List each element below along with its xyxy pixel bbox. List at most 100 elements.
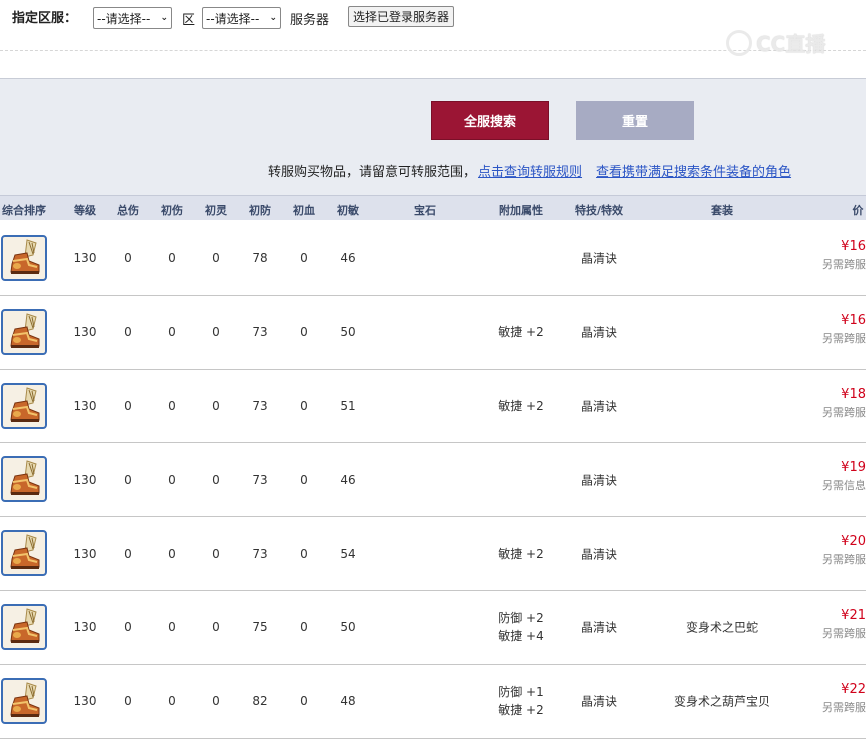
boots-equipment-icon[interactable] <box>1 235 47 281</box>
price-note: 另需信息 <box>822 479 866 493</box>
server-filter-label: 指定区服： <box>12 11 78 26</box>
watermark-logo: CC直播 <box>726 28 825 57</box>
cell-total: 0 <box>124 546 132 561</box>
cell-agi: 51 <box>340 398 356 413</box>
cell-skill: 晶清诀 <box>580 473 618 488</box>
attr-line: 敏捷 +2 <box>498 398 544 413</box>
cell-level: 130 <box>73 546 97 561</box>
attr-line: 敏捷 +2 <box>498 703 544 718</box>
watermark-text: CC直播 <box>756 32 826 56</box>
cell-dmg: 0 <box>168 694 176 709</box>
col-extra-attrs-header: 附加属性 <box>499 204 543 217</box>
price-amount[interactable]: ¥16 <box>822 239 866 254</box>
col-sort-header[interactable]: 综合排序 <box>2 202 46 218</box>
price-amount[interactable]: ¥18 <box>822 387 866 402</box>
server-label: 服务器 <box>290 13 330 28</box>
cell-total: 0 <box>124 398 132 413</box>
price-note: 另需跨服 <box>822 700 866 714</box>
col-price-header: 价 <box>852 204 864 217</box>
results-table: 130 0 0 0 78 0 46 晶清诀 ¥16 另需跨服 130 0 0 0 73 0 50 晶清诀 敏捷 +2… <box>0 222 866 739</box>
cell-spirit: 0 <box>212 251 220 266</box>
attr-line: 敏捷 +2 <box>498 325 544 340</box>
select-logged-server-button[interactable]: 选择已登录服务器 <box>348 6 455 27</box>
cell-set: 变身术之巴蛇 <box>685 620 759 635</box>
cell-def: 78 <box>252 251 268 266</box>
boots-equipment-icon[interactable] <box>1 530 47 577</box>
boots-equipment-icon[interactable] <box>1 308 47 355</box>
notice-text: 转服购买物品，请留意可转服范围， <box>268 165 477 180</box>
cell-agi: 50 <box>340 325 356 340</box>
price-cell: ¥19 另需信息 <box>822 460 866 493</box>
cell-spirit: 0 <box>212 546 220 561</box>
attr-line: 敏捷 +2 <box>498 546 544 561</box>
view-roles-link[interactable]: 查看携带满足搜索条件装备的角色 <box>596 165 791 180</box>
cell-spirit: 0 <box>212 620 220 635</box>
cell-skill: 晶清诀 <box>580 399 618 414</box>
cell-agi: 48 <box>340 694 356 709</box>
col-level-header: 等级 <box>74 204 96 217</box>
cell-total: 0 <box>124 694 132 709</box>
cell-extra-attrs: 防御 +1 敏捷 +2 <box>498 683 544 719</box>
transfer-rule-link[interactable]: 点击查询转服规则 <box>478 165 582 180</box>
all-server-search-button[interactable]: 全服搜索 <box>431 101 549 140</box>
chevron-down-icon: ⌄ <box>160 13 168 23</box>
col-init-agility-header: 初敏 <box>337 204 359 217</box>
reset-button[interactable]: 重置 <box>576 101 694 140</box>
cell-hp: 0 <box>300 325 308 340</box>
table-row[interactable]: 130 0 0 0 75 0 50 晶清诀 变身术之巴蛇 防御 +2 敏捷 +4 ¥21 另需跨服 <box>0 590 866 665</box>
server-select-value: --请选择-- <box>206 11 260 26</box>
col-init-hp-header: 初血 <box>293 204 315 217</box>
table-row[interactable]: 130 0 0 0 73 0 50 晶清诀 敏捷 +2 ¥16 另需跨服 <box>0 295 866 370</box>
cell-level: 130 <box>73 472 97 487</box>
price-amount[interactable]: ¥19 <box>822 460 866 475</box>
table-row[interactable]: 130 0 0 0 78 0 46 晶清诀 ¥16 另需跨服 <box>0 222 866 296</box>
server-select[interactable]: --请选择-- ⌄ <box>202 7 281 29</box>
price-note: 另需跨服 <box>822 626 866 640</box>
cell-skill: 晶清诀 <box>580 547 618 562</box>
cell-dmg: 0 <box>168 472 176 487</box>
col-gem-header: 宝石 <box>414 204 436 217</box>
price-amount[interactable]: ¥21 <box>822 608 866 623</box>
table-row[interactable]: 130 0 0 0 73 0 51 晶清诀 敏捷 +2 ¥18 另需跨服 <box>0 369 866 444</box>
attr-line: 敏捷 +4 <box>498 629 544 644</box>
price-note: 另需跨服 <box>822 258 866 271</box>
price-note: 另需跨服 <box>822 553 866 567</box>
cell-hp: 0 <box>300 546 308 561</box>
price-cell: ¥21 另需跨服 <box>822 608 866 641</box>
area-select[interactable]: --请选择-- ⌄ <box>93 7 172 29</box>
price-amount[interactable]: ¥22 <box>822 682 866 697</box>
cell-dmg: 0 <box>168 620 176 635</box>
area-select-value: --请选择-- <box>97 11 151 26</box>
search-panel: 全服搜索 重置 转服购买物品，请留意可转服范围， 点击查询转服规则 查看携带满足搜索… <box>0 78 866 196</box>
table-row[interactable]: 130 0 0 0 82 0 48 晶清诀 变身术之葫芦宝贝 防御 +1 敏捷 +2 ¥22 另需跨服 <box>0 664 866 739</box>
boots-equipment-icon[interactable] <box>1 382 47 429</box>
boots-equipment-icon[interactable] <box>1 456 47 503</box>
cell-agi: 54 <box>340 546 356 561</box>
filter-bar: 指定区服： --请选择-- ⌄ 区 --请选择-- ⌄ 服务器 选择已登录服务器… <box>0 0 866 78</box>
cell-total: 0 <box>124 325 132 340</box>
boots-equipment-icon[interactable] <box>1 677 47 724</box>
cell-level: 130 <box>73 325 97 340</box>
cell-level: 130 <box>73 694 97 709</box>
boots-equipment-icon[interactable] <box>1 603 47 650</box>
cell-skill: 晶清诀 <box>580 251 618 266</box>
cell-def: 73 <box>252 325 268 340</box>
cell-spirit: 0 <box>212 325 220 340</box>
price-cell: ¥18 另需跨服 <box>822 387 866 420</box>
zone-label: 区 <box>182 13 196 28</box>
cell-skill: 晶清诀 <box>580 325 618 340</box>
price-amount[interactable]: ¥20 <box>822 534 866 549</box>
cell-total: 0 <box>124 251 132 266</box>
transfer-notice: 转服购买物品，请留意可转服范围， 点击查询转服规则 查看携带满足搜索条件装备的角色 <box>268 161 791 180</box>
price-cell: ¥20 另需跨服 <box>822 534 866 567</box>
cell-skill: 晶清诀 <box>580 620 618 635</box>
cell-dmg: 0 <box>168 251 176 266</box>
cell-spirit: 0 <box>212 472 220 487</box>
price-amount[interactable]: ¥16 <box>822 313 866 328</box>
chevron-down-icon: ⌄ <box>269 13 277 23</box>
table-row[interactable]: 130 0 0 0 73 0 46 晶清诀 ¥19 另需信息 <box>0 443 866 518</box>
cell-extra-attrs: 敏捷 +2 <box>498 323 544 341</box>
cell-def: 73 <box>252 472 268 487</box>
table-row[interactable]: 130 0 0 0 73 0 54 晶清诀 敏捷 +2 ¥20 另需跨服 <box>0 517 866 591</box>
cell-level: 130 <box>73 398 97 413</box>
